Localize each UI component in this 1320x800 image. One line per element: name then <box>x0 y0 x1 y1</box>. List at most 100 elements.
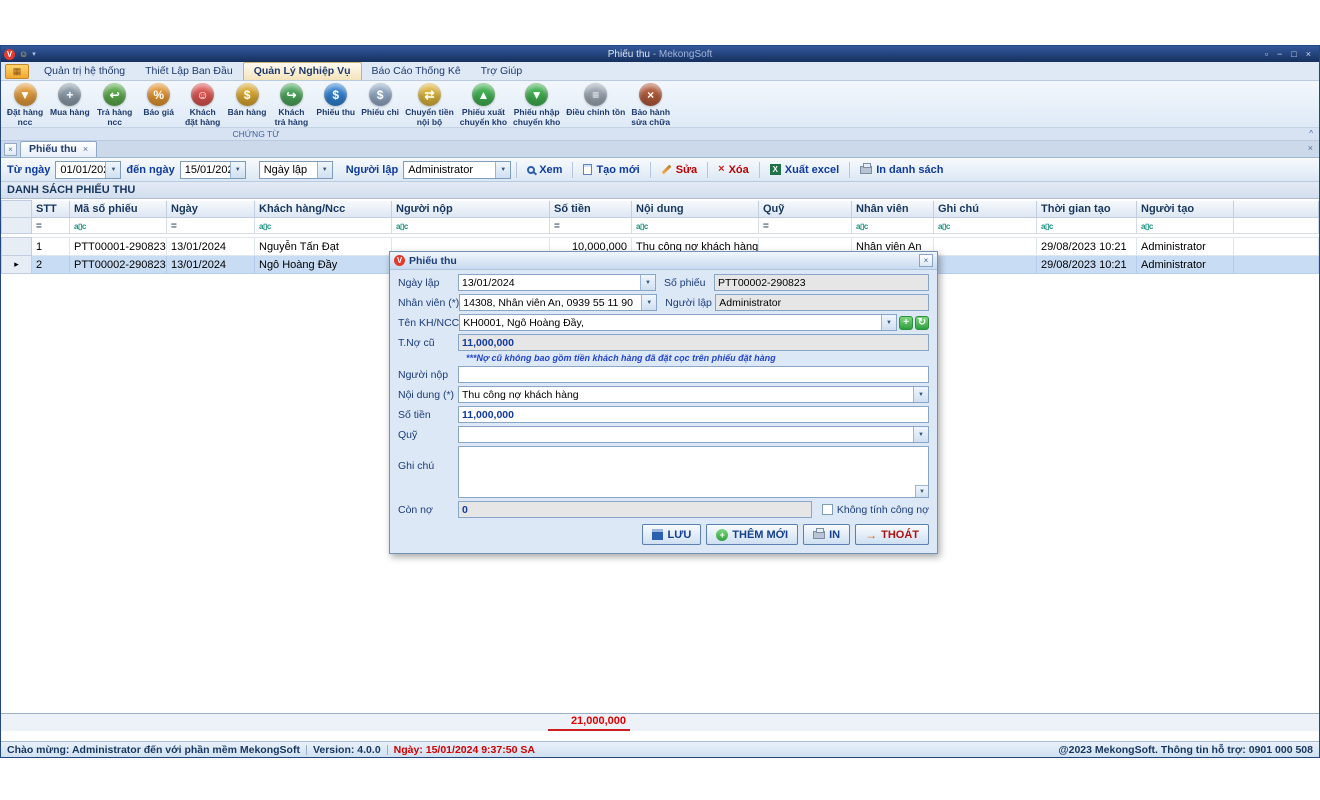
app-menu-button[interactable]: ▦ <box>5 64 29 79</box>
nhan-vien-select[interactable]: 14308, Nhân viên An, 0939 55 11 90 ▼ <box>459 294 657 311</box>
ribbon-collapse-icon[interactable]: ^ <box>1309 128 1313 140</box>
delete-icon: × <box>718 164 724 175</box>
ribbon-item-dieu-chinh-ton[interactable]: ≡ Điều chỉnh tồn <box>563 81 628 117</box>
print-list-button[interactable]: In danh sách <box>855 164 948 176</box>
ribbon-item-bao-hanh-sua-chua[interactable]: × Bảo hành sửa chữa <box>628 81 673 127</box>
col-ma-so-phieu[interactable]: Mã số phiếu <box>70 201 167 218</box>
filter-icon[interactable]: = <box>36 221 42 232</box>
filter-icon[interactable]: a▯c <box>1141 222 1153 231</box>
to-date-dropdown-icon[interactable]: ▼ <box>230 162 245 178</box>
supplier-return-icon: ↩ <box>103 83 126 106</box>
col-nguoi-tao[interactable]: Người tạo <box>1137 201 1234 218</box>
window-fit-icon[interactable]: ▫ <box>1265 49 1268 59</box>
nguoi-nop-input[interactable] <box>458 366 929 383</box>
ribbon-item-ban-hang[interactable]: $ Bán hàng <box>225 81 270 117</box>
quy-dropdown-icon[interactable]: ▼ <box>913 427 928 442</box>
col-noi-dung[interactable]: Nội dung <box>632 201 759 218</box>
ribbon-item-khach-dat-hang[interactable]: ☺ Khách đặt hàng <box>181 81 225 127</box>
khong-tinh-cong-no-checkbox[interactable] <box>822 504 833 515</box>
ribbon-item-mua-hang[interactable]: + Mua hàng <box>47 81 93 117</box>
from-date-dropdown-icon[interactable]: ▼ <box>105 162 120 178</box>
col-ghi-chu[interactable]: Ghi chú <box>934 201 1037 218</box>
tabbar-close-all-icon[interactable]: × <box>1308 143 1313 153</box>
dialog-titlebar[interactable]: V Phiếu thu × <box>390 252 937 270</box>
ngay-lap-input[interactable]: 13/01/2024 ▼ <box>458 274 656 291</box>
exit-button[interactable]: → THOÁT <box>855 524 929 545</box>
dialog-close-button[interactable]: × <box>919 254 933 267</box>
col-nguoi-nop[interactable]: Người nộp <box>392 201 550 218</box>
save-button[interactable]: LƯU <box>642 524 701 545</box>
add-customer-button[interactable]: + <box>899 316 913 330</box>
col-thoi-gian-tao[interactable]: Thời gian tạo <box>1037 201 1137 218</box>
quy-select[interactable]: ▼ <box>458 426 929 443</box>
noi-dung-select[interactable]: Thu công nợ khách hàng ▼ <box>458 386 929 403</box>
tab-phieu-thu[interactable]: Phiếu thu × <box>20 141 97 157</box>
nguoi-lap-field: Administrator <box>715 294 929 311</box>
date-type-select[interactable]: Ngày lập ▼ <box>259 161 333 179</box>
ribbon-item-dat-hang-ncc[interactable]: ▼ Đặt hàng ncc <box>3 81 47 127</box>
view-button[interactable]: Xem <box>522 164 567 176</box>
creator-select[interactable]: Administrator ▼ <box>403 161 511 179</box>
filter-icon[interactable]: a▯c <box>938 222 950 231</box>
filter-icon[interactable]: a▯c <box>259 222 271 231</box>
noi-dung-dropdown-icon[interactable]: ▼ <box>913 387 928 402</box>
to-date-input[interactable]: 15/01/2024 ▼ <box>180 161 246 179</box>
ghi-chu-textarea[interactable]: ▼ <box>458 446 929 498</box>
menu-tab-thiet-lap-ban-dau[interactable]: Thiết Lập Ban Đầu <box>135 63 243 80</box>
col-nhan-vien[interactable]: Nhân viên <box>852 201 934 218</box>
tab-close-icon[interactable]: × <box>83 144 88 154</box>
col-quy[interactable]: Quỹ <box>759 201 852 218</box>
add-new-button[interactable]: + THÊM MỚI <box>706 524 798 545</box>
ten-kh-dropdown-icon[interactable]: ▼ <box>881 315 896 330</box>
so-tien-input[interactable]: 11,000,000 <box>458 406 929 423</box>
filter-icon[interactable]: a▯c <box>636 222 648 231</box>
ribbon: ▼ Đặt hàng ncc + Mua hàng ↩ Trả hàng ncc… <box>1 81 1319 141</box>
filter-icon[interactable]: a▯c <box>74 222 86 231</box>
quick-access-caret-icon[interactable]: ▾ <box>32 50 36 58</box>
filter-icon[interactable]: = <box>763 221 769 232</box>
quick-access-icon[interactable]: ☺ <box>19 50 28 59</box>
menu-tab-bao-cao-thong-ke[interactable]: Báo Cáo Thống Kê <box>362 63 471 80</box>
ribbon-item-bao-gia[interactable]: % Báo giá <box>137 81 181 117</box>
nhan-vien-dropdown-icon[interactable]: ▼ <box>641 295 656 310</box>
tab-close-left-icon[interactable]: × <box>4 143 17 156</box>
ribbon-item-phieu-thu[interactable]: $ Phiếu thu <box>313 81 358 117</box>
menu-tab-quan-tri-he-thong[interactable]: Quản trị hệ thống <box>34 63 135 80</box>
maximize-button[interactable]: □ <box>1291 49 1296 59</box>
export-excel-button[interactable]: X Xuất excel <box>765 164 844 176</box>
from-date-input[interactable]: 01/01/2024 ▼ <box>55 161 121 179</box>
filter-icon[interactable]: a▯c <box>1041 222 1053 231</box>
ribbon-group-label: CHỨNG TỪ <box>1 128 511 140</box>
so-tien-label: Số tiền <box>398 409 458 421</box>
ribbon-item-phieu-xuat-chuyen-kho[interactable]: ▲ Phiếu xuất chuyển kho <box>457 81 510 127</box>
create-new-button[interactable]: Tạo mới <box>578 164 644 176</box>
ribbon-item-tra-hang-ncc[interactable]: ↩ Trả hàng ncc <box>93 81 137 127</box>
filter-icon[interactable]: = <box>554 221 560 232</box>
edit-button[interactable]: Sửa <box>656 164 702 176</box>
minimize-button[interactable]: − <box>1277 49 1282 59</box>
dialog-logo-icon: V <box>394 255 405 266</box>
delete-button[interactable]: × Xóa <box>713 164 754 176</box>
col-so-tien[interactable]: Số tiền <box>550 201 632 218</box>
ribbon-item-phieu-chi[interactable]: $ Phiếu chi <box>358 81 402 117</box>
ribbon-item-khach-tra-hang[interactable]: ↪ Khách trả hàng <box>269 81 313 127</box>
ngay-lap-dropdown-icon[interactable]: ▼ <box>640 275 655 290</box>
col-stt[interactable]: STT <box>32 201 70 218</box>
filter-icon[interactable]: = <box>171 221 177 232</box>
row-indicator-icon: ▸ <box>14 259 19 269</box>
menu-tab-quan-ly-nghiep-vu[interactable]: Quản Lý Nghiệp Vụ <box>243 62 362 80</box>
filter-icon[interactable]: a▯c <box>396 222 408 231</box>
refresh-customer-button[interactable]: ↻ <box>915 316 929 330</box>
memo-scroll-icon[interactable]: ▼ <box>915 485 928 497</box>
col-ngay[interactable]: Ngày <box>167 201 255 218</box>
date-type-dropdown-icon[interactable]: ▼ <box>317 162 332 178</box>
menu-tab-tro-giup[interactable]: Trợ Giúp <box>471 63 533 80</box>
close-button[interactable]: × <box>1306 49 1311 59</box>
ribbon-item-chuyen-tien-noi-bo[interactable]: ⇄ Chuyển tiền nội bộ <box>402 81 457 127</box>
creator-dropdown-icon[interactable]: ▼ <box>495 162 510 178</box>
ten-kh-select[interactable]: KH0001, Ngô Hoàng Đầy, ▼ <box>459 314 897 331</box>
col-khach-hang[interactable]: Khách hàng/Ncc <box>255 201 392 218</box>
ribbon-item-phieu-nhap-chuyen-kho[interactable]: ▼ Phiếu nhập chuyển kho <box>510 81 563 127</box>
print-button[interactable]: IN <box>803 524 850 545</box>
filter-icon[interactable]: a▯c <box>856 222 868 231</box>
